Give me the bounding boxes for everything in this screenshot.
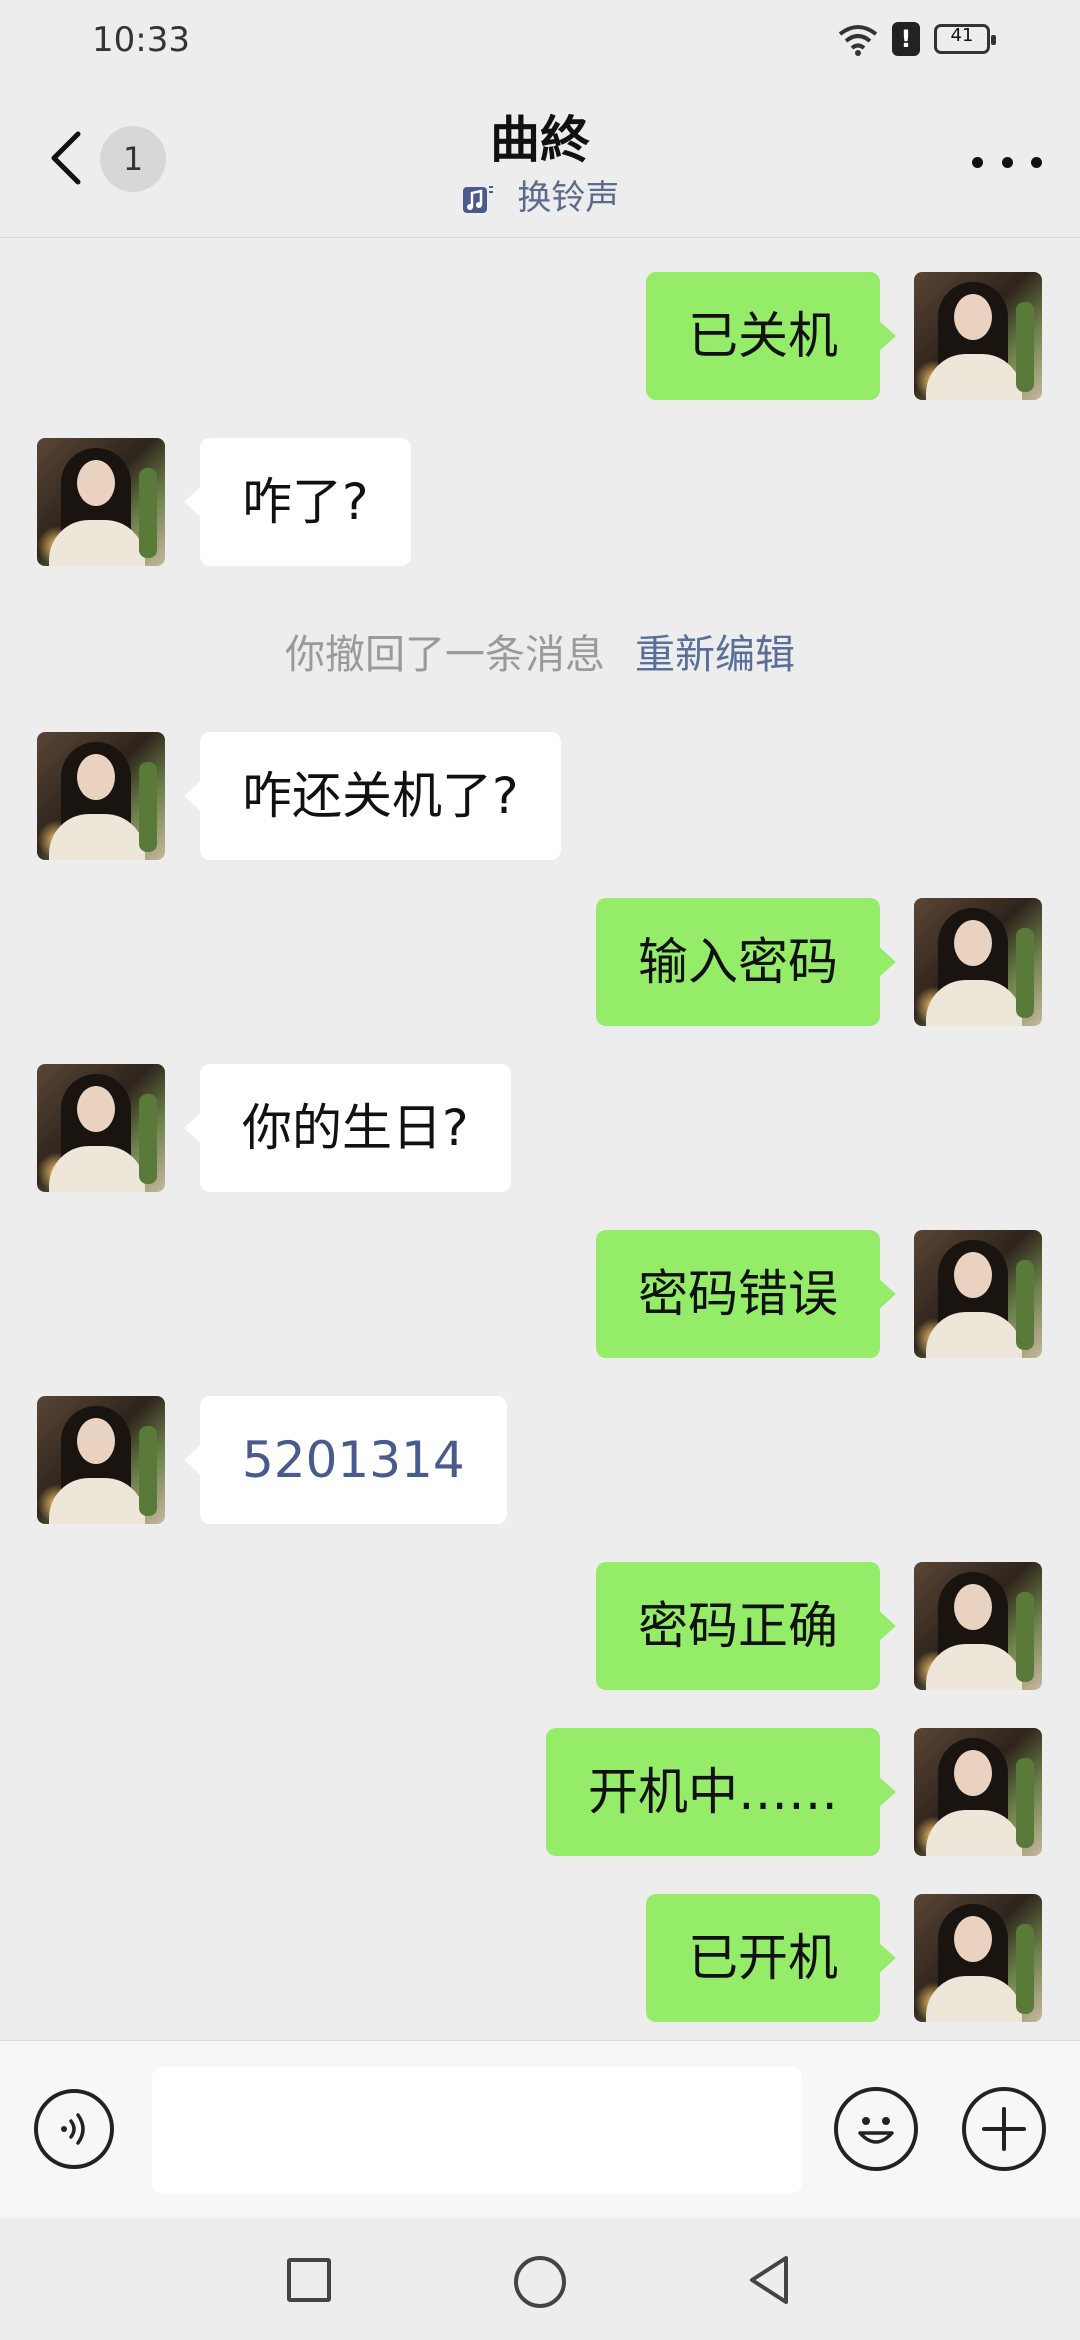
reedit-link[interactable]: 重新编辑 (635, 632, 795, 678)
status-bar: 10:33 ! 41 (0, 0, 1080, 82)
music-note-icon (462, 185, 493, 213)
my-avatar[interactable] (914, 272, 1042, 400)
chat-subtitle[interactable]: 换铃声 (0, 170, 1080, 219)
status-icons: ! 41 (838, 22, 996, 56)
voice-icon (61, 2113, 85, 2145)
contact-avatar[interactable] (37, 1396, 165, 1524)
emoji-button[interactable] (834, 2087, 918, 2171)
wifi-icon (838, 25, 878, 56)
more-icon-dot (1001, 156, 1013, 168)
message-input[interactable] (152, 2067, 802, 2193)
message-bubble-received[interactable]: 咋还关机了? (184, 732, 561, 860)
my-avatar[interactable] (914, 1894, 1042, 2022)
recall-notice-text: 你撤回了一条消息 (285, 632, 605, 678)
voice-input-button[interactable] (34, 2089, 114, 2169)
more-icon (972, 156, 983, 168)
home-button[interactable] (514, 2256, 566, 2308)
emoji-icon (858, 2117, 894, 2144)
my-avatar[interactable] (914, 1562, 1042, 1690)
plus-icon (982, 2107, 1026, 2151)
recall-notice: 你撤回了一条消息 重新编辑 (0, 622, 1080, 680)
more-icon-dot (1031, 156, 1042, 168)
my-avatar[interactable] (914, 1728, 1042, 1856)
more-button[interactable] (972, 142, 1042, 182)
my-avatar[interactable] (914, 1230, 1042, 1358)
recent-apps-button[interactable] (287, 2258, 331, 2302)
message-bubble-sent[interactable]: 已开机 (646, 1894, 896, 2022)
contact-avatar[interactable] (37, 438, 165, 566)
message-bubble-received[interactable]: 咋了? (184, 438, 411, 566)
input-bar (0, 2040, 1080, 2219)
chat-messages[interactable]: 已关机 咋了? 你撤回了一条消息 重新编辑 咋还关机了? 输入密码 你的生日? 密… (0, 238, 1080, 2038)
phone-number-link[interactable]: 5201314 (242, 1431, 465, 1489)
system-nav-bar (0, 2218, 1080, 2340)
more-functions-button[interactable] (962, 2087, 1046, 2171)
nav-back-icon[interactable] (742, 2252, 798, 2308)
my-avatar[interactable] (914, 898, 1042, 1026)
chat-title: 曲終 (490, 111, 590, 169)
message-bubble-sent[interactable]: 开机中…… (546, 1728, 896, 1856)
contact-avatar[interactable] (37, 732, 165, 860)
message-bubble-sent[interactable]: 密码错误 (596, 1230, 896, 1358)
battery-icon: 41 (934, 24, 996, 54)
message-bubble-received[interactable]: 你的生日? (184, 1064, 511, 1192)
message-bubble-sent[interactable]: 输入密码 (596, 898, 896, 1026)
status-time: 10:33 (92, 20, 190, 60)
alert-icon: ! (892, 22, 920, 56)
message-bubble-sent[interactable]: 密码正确 (596, 1562, 896, 1690)
ringtone-label: 换铃声 (517, 178, 620, 218)
message-bubble-sent[interactable]: 已关机 (646, 272, 896, 400)
contact-avatar[interactable] (37, 1064, 165, 1192)
chat-header: 1 曲終 换铃声 (0, 82, 1080, 238)
message-bubble-received[interactable]: 5201314 (184, 1396, 507, 1524)
